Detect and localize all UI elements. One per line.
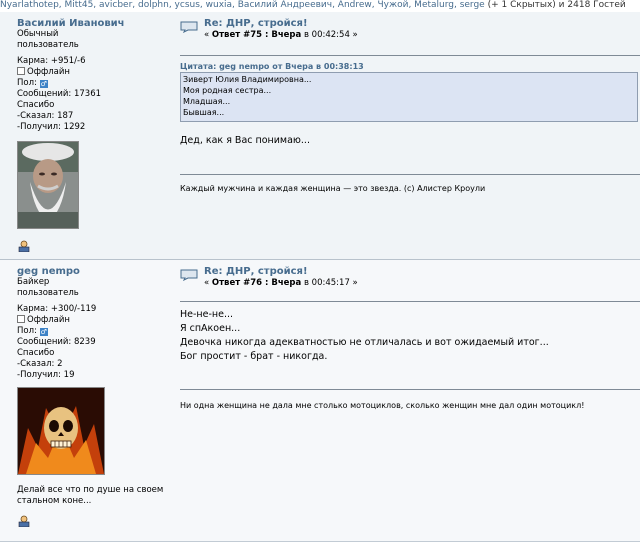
signature: Каждый мужчина и каждая женщина — это зв… bbox=[180, 184, 486, 193]
author-karma: Карма: +300/-119 bbox=[17, 304, 97, 314]
male-icon: ♂ bbox=[39, 80, 48, 88]
post-body-line: Бог простит - брат - никогда. bbox=[180, 351, 328, 362]
topic-icon bbox=[180, 269, 198, 281]
post-subject-link[interactable]: Re: ДНР, стройся! bbox=[204, 18, 308, 29]
author-karma: Карма: +951/-6 bbox=[17, 56, 86, 66]
signature-divider bbox=[180, 389, 640, 390]
author-messages: Сообщений: 17361 bbox=[17, 89, 102, 99]
post-time: в 00:42:54 » bbox=[301, 30, 358, 40]
post-body-line: Дед, как я Вас понимаю... bbox=[180, 135, 310, 146]
post-76: geg nempo Байкер пользователь Карма: +30… bbox=[0, 260, 640, 542]
post-time: в 00:45:17 » bbox=[301, 278, 358, 288]
online-users-bar: Nyarlathotep, Mitt45, avicber, dolphn, y… bbox=[0, 0, 640, 12]
post-meta: « Ответ #76 : Вчера в 00:45:17 » bbox=[204, 278, 358, 288]
avatar bbox=[17, 141, 79, 229]
author-status: Оффлайн bbox=[17, 315, 172, 326]
avatar bbox=[17, 387, 105, 475]
quote-line: Младшая... bbox=[183, 97, 231, 106]
author-info: Василий Иванович Обычный пользователь Ка… bbox=[17, 18, 172, 133]
post-body-line: Не-не-не... bbox=[180, 309, 234, 320]
meta-prefix: « bbox=[204, 278, 212, 288]
post-body-line: Я спАкоен... bbox=[180, 323, 241, 334]
gender-label: Пол: bbox=[17, 326, 37, 336]
online-users-list[interactable]: Nyarlathotep, Mitt45, avicber, dolphn, y… bbox=[0, 0, 485, 10]
profile-icon[interactable] bbox=[18, 515, 30, 527]
author-thanks-said: -Сказал: 2 bbox=[17, 359, 63, 369]
author-thanks-got: -Получил: 19 bbox=[17, 370, 75, 380]
author-gender: Пол: ♂ bbox=[17, 78, 172, 89]
post-meta: « Ответ #75 : Вчера в 00:42:54 » bbox=[204, 30, 358, 40]
author-status: Оффлайн bbox=[17, 67, 172, 78]
post-subject-link[interactable]: Re: ДНР, стройся! bbox=[204, 266, 308, 277]
quote-block: Зиверт Юлия Владимировна... Моя родная с… bbox=[180, 72, 638, 122]
offline-checkbox-icon bbox=[17, 67, 25, 75]
post-body: Дед, как я Вас понимаю... bbox=[180, 134, 310, 148]
header-divider bbox=[180, 301, 640, 302]
meta-prefix: « bbox=[204, 30, 212, 40]
author-rank-line2: пользователь bbox=[17, 288, 79, 298]
author-name[interactable]: Василий Иванович bbox=[17, 18, 172, 29]
quote-line: Зиверт Юлия Владимировна... bbox=[183, 75, 312, 84]
personal-text-line: Делай все что по душе на своем bbox=[17, 485, 164, 495]
post-body: Не-не-не... Я спАкоен... Девочка никогда… bbox=[180, 308, 549, 364]
author-rank-line2: пользователь bbox=[17, 40, 79, 50]
author-name[interactable]: geg nempo bbox=[17, 266, 172, 277]
reply-number[interactable]: Ответ #75 : Вчера bbox=[212, 30, 301, 40]
author-status-text: Оффлайн bbox=[27, 67, 70, 77]
author-rank: Байкер bbox=[17, 277, 50, 287]
signature: Ни одна женщина не дала мне столько мото… bbox=[180, 401, 585, 410]
author-thanks: Спасибо bbox=[17, 348, 55, 358]
profile-icon[interactable] bbox=[18, 240, 30, 252]
online-users-tail: (+ 1 Скрытых) и 2418 Гостей bbox=[484, 0, 626, 10]
author-rank: Обычный bbox=[17, 29, 59, 39]
signature-divider bbox=[180, 174, 640, 175]
post-75: Василий Иванович Обычный пользователь Ка… bbox=[0, 12, 640, 260]
male-icon: ♂ bbox=[39, 328, 48, 336]
author-info: geg nempo Байкер пользователь Карма: +30… bbox=[17, 266, 172, 381]
author-status-text: Оффлайн bbox=[27, 315, 70, 325]
gender-label: Пол: bbox=[17, 78, 37, 88]
author-gender: Пол: ♂ bbox=[17, 326, 172, 337]
author-personal-text: Делай все что по душе на своем стальном … bbox=[17, 485, 177, 507]
personal-text-line: стальном коне... bbox=[17, 496, 92, 506]
offline-checkbox-icon bbox=[17, 315, 25, 323]
quote-header[interactable]: Цитата: geg nempo от Вчера в 00:38:13 bbox=[180, 62, 364, 71]
quote-line: Бывшая... bbox=[183, 108, 225, 117]
topic-icon bbox=[180, 21, 198, 33]
post-body-line: Девочка никогда адекватностью не отличал… bbox=[180, 337, 549, 348]
reply-number[interactable]: Ответ #76 : Вчера bbox=[212, 278, 301, 288]
author-thanks-got: -Получил: 1292 bbox=[17, 122, 86, 132]
header-divider bbox=[180, 55, 640, 56]
author-thanks: Спасибо bbox=[17, 100, 55, 110]
quote-line: Моя родная сестра... bbox=[183, 86, 272, 95]
author-thanks-said: -Сказал: 187 bbox=[17, 111, 74, 121]
author-messages: Сообщений: 8239 bbox=[17, 337, 96, 347]
